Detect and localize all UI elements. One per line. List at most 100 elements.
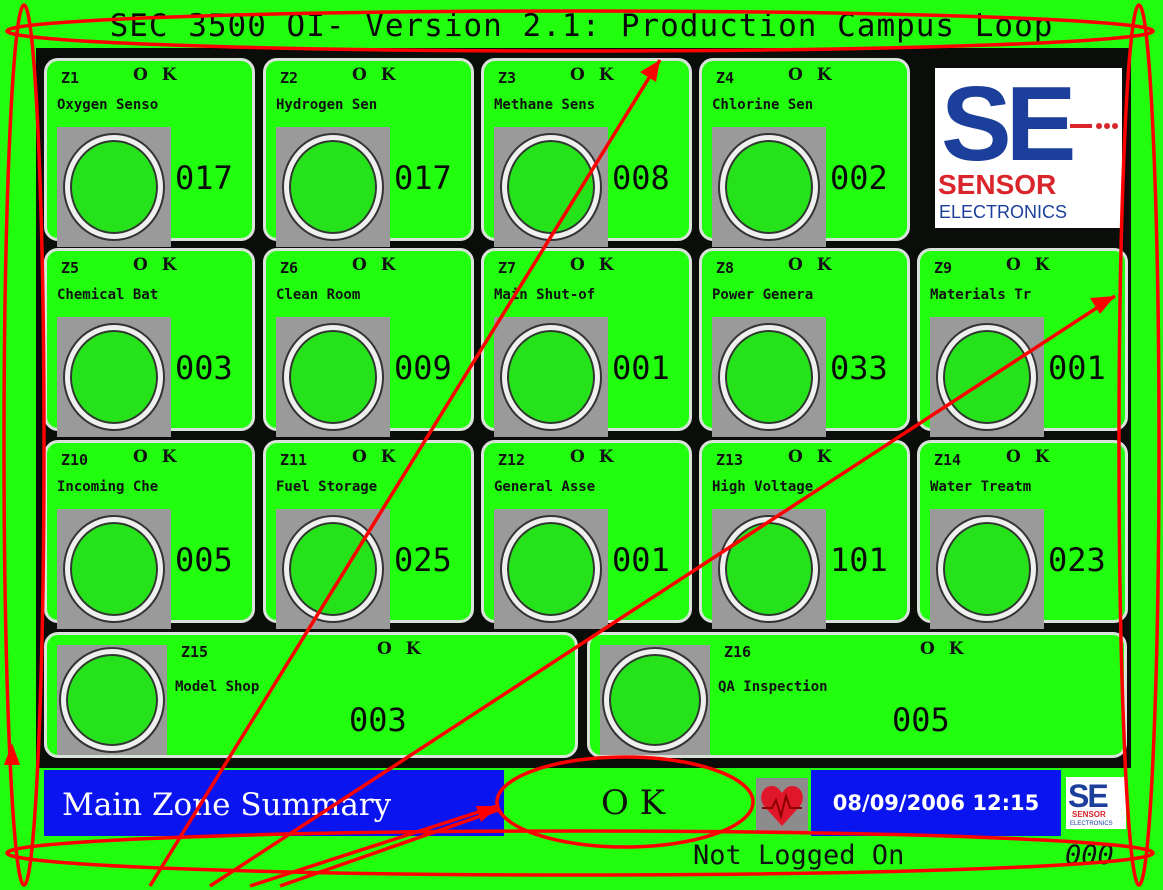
svg-text:ELECTRONICS: ELECTRONICS <box>1070 821 1113 827</box>
zone-name: Methane Sens <box>494 97 596 113</box>
zone-reading: 003 <box>175 349 233 387</box>
zone-status: O K <box>570 65 618 85</box>
operator-code: 000 <box>1065 840 1114 871</box>
zone-name: Oxygen Senso <box>57 97 159 113</box>
title-bar: SEC 3500 OI- Version 2.1: Production Cam… <box>109 8 1054 44</box>
zone-name: Main Shut-of <box>494 287 596 303</box>
zone-tile[interactable]: Z16 O K QA Inspection 005 <box>587 632 1127 758</box>
zone-status: O K <box>133 255 181 275</box>
zone-reading: 009 <box>394 349 452 387</box>
zone-tile[interactable]: Z4 O K Chlorine Sen 002 <box>699 58 910 247</box>
logo-mark: SE <box>941 68 1073 183</box>
zone-tile[interactable]: Z15 O K Model Shop 003 <box>44 632 578 758</box>
svg-text:SENSOR: SENSOR <box>1072 810 1106 819</box>
zone-reading: 002 <box>830 159 888 197</box>
zone-id: Z13 <box>716 451 744 469</box>
zone-indicator-lamp[interactable] <box>284 135 382 239</box>
zone-id: Z5 <box>61 259 80 277</box>
datetime-display: 08/09/2006 12:15 <box>811 770 1061 836</box>
zone-tile[interactable]: Z1 O K Oxygen Senso 017 <box>44 58 255 247</box>
zone-indicator-lamp[interactable] <box>284 325 382 429</box>
zone-name: Clean Room <box>276 287 361 303</box>
zone-indicator-lamp[interactable] <box>502 135 600 239</box>
zone-tile[interactable]: Z10 O K Incoming Che 005 <box>44 440 255 629</box>
zone-reading: 017 <box>394 159 452 197</box>
zone-reading: 001 <box>612 541 670 579</box>
zone-reading: 017 <box>175 159 233 197</box>
heartbeat-icon <box>761 786 803 826</box>
zone-id: Z8 <box>716 259 735 277</box>
zone-id: Z9 <box>934 259 953 277</box>
sensor-electronics-mini-logo: SE SENSOR ELECTRONICS <box>1066 777 1126 829</box>
zone-status: O K <box>377 639 425 659</box>
zone-indicator-lamp[interactable] <box>938 517 1036 621</box>
zone-indicator-lamp[interactable] <box>938 325 1036 429</box>
zone-indicator-lamp[interactable] <box>720 135 818 239</box>
zone-reading: 005 <box>175 541 233 579</box>
zone-id: Z14 <box>934 451 962 469</box>
zone-status: O K <box>352 447 400 467</box>
zone-tile[interactable]: Z12 O K General Asse 001 <box>481 440 692 629</box>
zone-status: O K <box>1006 447 1054 467</box>
zone-id: Z3 <box>498 69 517 87</box>
zone-tile[interactable]: Z13 O K High Voltage 101 <box>699 440 910 629</box>
zone-status: O K <box>570 255 618 275</box>
zone-name: Chlorine Sen <box>712 97 814 113</box>
zone-indicator-lamp[interactable] <box>502 325 600 429</box>
zone-name: Model Shop <box>175 679 260 695</box>
zone-status: O K <box>352 65 400 85</box>
zone-indicator-lamp[interactable] <box>604 649 706 751</box>
zone-tile[interactable]: Z3 O K Methane Sens 008 <box>481 58 692 247</box>
zone-id: Z1 <box>61 69 80 87</box>
zone-status: O K <box>570 447 618 467</box>
zone-tile[interactable]: Z5 O K Chemical Bat 003 <box>44 248 255 437</box>
zone-indicator-lamp[interactable] <box>720 325 818 429</box>
zone-tile[interactable]: Z11 O K Fuel Storage 025 <box>263 440 474 629</box>
zone-indicator-lamp[interactable] <box>65 135 163 239</box>
sensor-electronics-logo: SE SENSOR ELECTRONICS <box>935 65 1122 228</box>
zone-id: Z16 <box>724 643 752 661</box>
zone-reading: 101 <box>830 541 888 579</box>
zone-id: Z4 <box>716 69 735 87</box>
zone-name: Incoming Che <box>57 479 159 495</box>
zone-id: Z15 <box>181 643 209 661</box>
zone-id: Z12 <box>498 451 526 469</box>
zone-tile[interactable]: Z2 O K Hydrogen Sen 017 <box>263 58 474 247</box>
zone-tile[interactable]: Z14 O K Water Treatm 023 <box>917 440 1128 629</box>
zone-id: Z7 <box>498 259 517 277</box>
zone-indicator-lamp[interactable] <box>502 517 600 621</box>
zone-reading: 008 <box>612 159 670 197</box>
zone-name: Fuel Storage <box>276 479 378 495</box>
system-status[interactable]: O K <box>520 774 746 832</box>
zone-id: Z6 <box>280 259 299 277</box>
screen-title: Main Zone Summary <box>44 770 504 836</box>
zone-name: QA Inspection <box>718 679 828 695</box>
zone-tile[interactable]: Z6 O K Clean Room 009 <box>263 248 474 437</box>
logo-word-sensor: SENSOR <box>938 169 1056 200</box>
zone-indicator-lamp[interactable] <box>720 517 818 621</box>
zone-reading: 033 <box>830 349 888 387</box>
zone-status: O K <box>920 639 968 659</box>
zone-indicator-lamp[interactable] <box>65 517 163 621</box>
zone-id: Z2 <box>280 69 299 87</box>
zone-tile[interactable]: Z7 O K Main Shut-of 001 <box>481 248 692 437</box>
zone-name: High Voltage <box>712 479 814 495</box>
zone-status: O K <box>133 447 181 467</box>
zone-status: O K <box>133 65 181 85</box>
zone-id: Z11 <box>280 451 308 469</box>
zone-name: Hydrogen Sen <box>276 97 378 113</box>
zone-reading: 003 <box>349 701 407 739</box>
zone-indicator-lamp[interactable] <box>65 325 163 429</box>
zone-name: Materials Tr <box>930 287 1032 303</box>
zone-indicator-lamp[interactable] <box>61 649 163 751</box>
zone-name: Water Treatm <box>930 479 1032 495</box>
zone-name: Power Genera <box>712 287 814 303</box>
zone-indicator-lamp[interactable] <box>284 517 382 621</box>
zone-reading: 005 <box>892 701 950 739</box>
zone-tile[interactable]: Z8 O K Power Genera 033 <box>699 248 910 437</box>
zone-status: O K <box>788 255 836 275</box>
zone-reading: 001 <box>612 349 670 387</box>
zone-reading: 001 <box>1048 349 1106 387</box>
login-status[interactable]: Not Logged On <box>693 840 904 871</box>
zone-tile[interactable]: Z9 O K Materials Tr 001 <box>917 248 1128 437</box>
